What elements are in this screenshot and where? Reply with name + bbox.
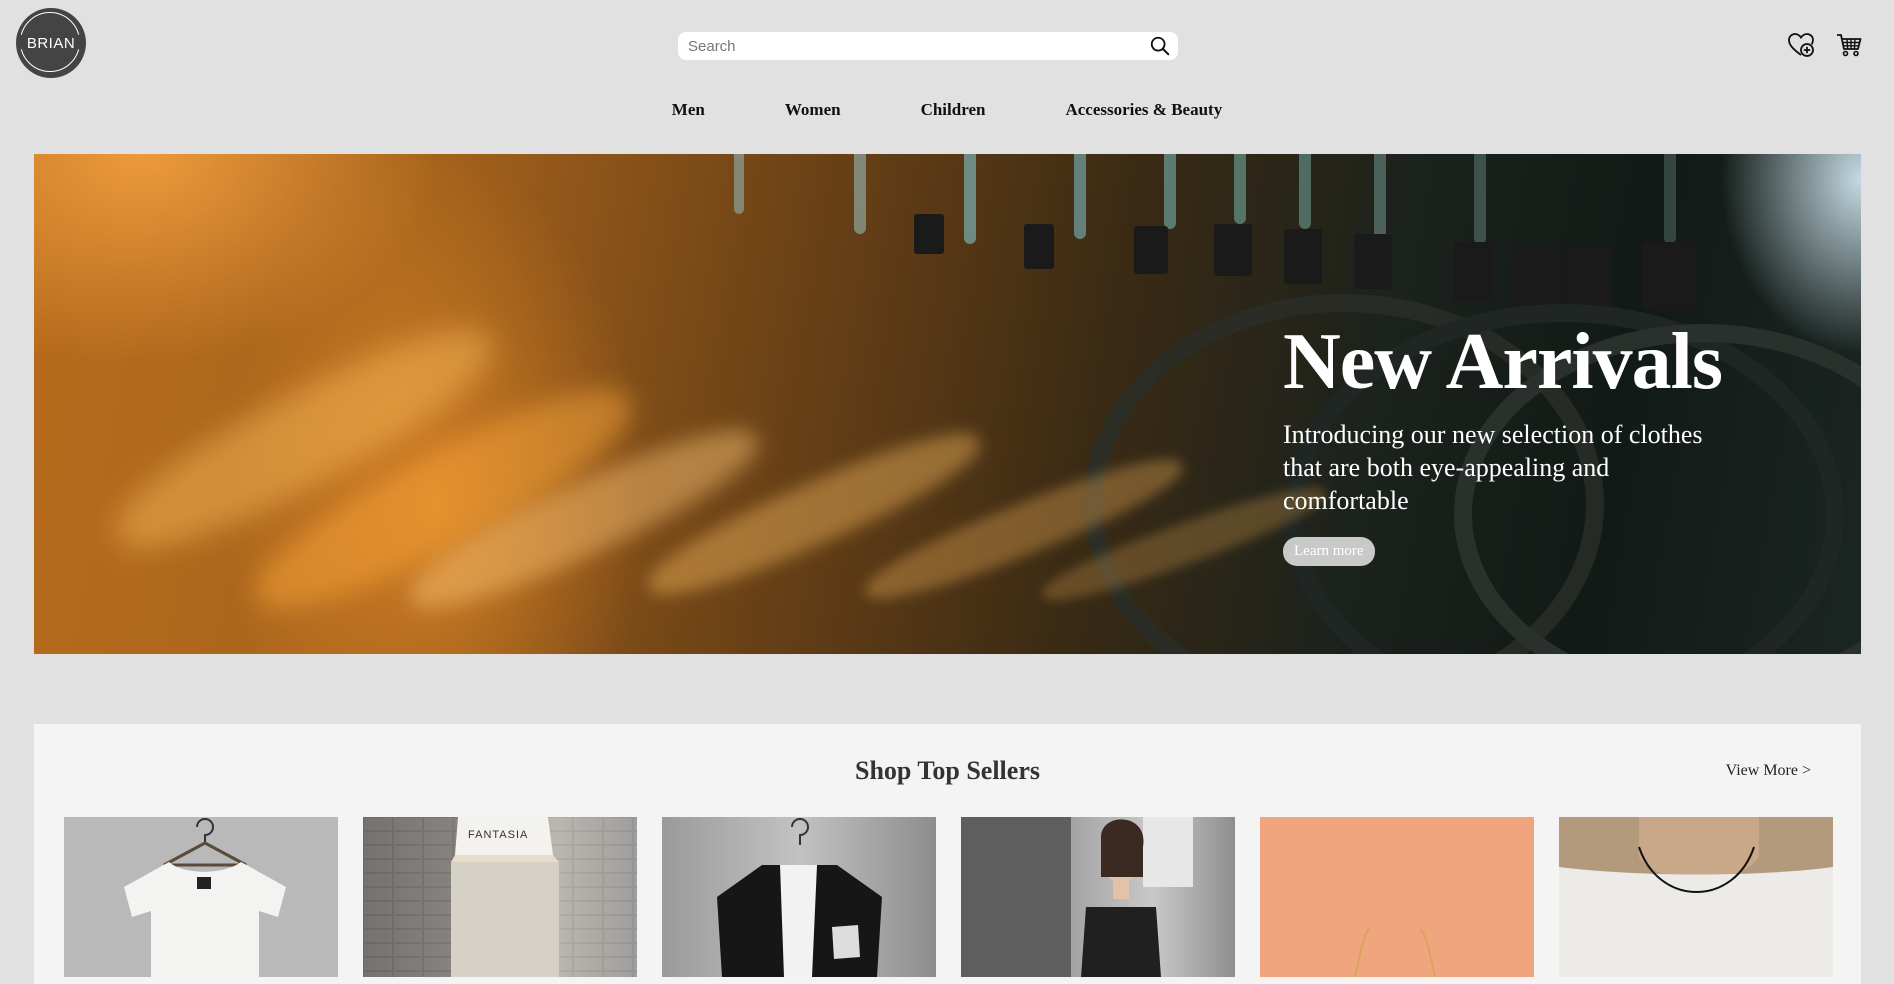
brand-logo[interactable]: BRIAN [16,8,86,78]
header-actions [1786,30,1864,60]
hero-content: New Arrivals Introducing our new selecti… [1283,322,1843,566]
crop-top-print: FANTASIA [468,829,529,841]
product-list: FANTASIA [64,817,1833,977]
search-input[interactable] [678,32,1146,60]
nav-women[interactable]: Women [785,100,841,120]
section-title: Shop Top Sellers [855,756,1040,785]
hero-banner: New Arrivals Introducing our new selecti… [34,154,1861,654]
nav-accessories-beauty[interactable]: Accessories & Beauty [1065,100,1222,120]
product-card-black-kimono[interactable] [662,817,936,977]
product-card-gold-necklace[interactable] [1260,817,1534,977]
product-card-slip-dress[interactable] [961,817,1235,977]
white-tshirt-image [124,818,286,977]
cart-icon[interactable] [1834,30,1864,60]
black-kimono-image [717,818,882,977]
top-sellers-section: Shop Top Sellers View More > FANTASIA [34,724,1861,984]
gold-necklace-image [1354,926,1436,977]
crop-top-image [363,817,637,977]
man-necklace-image [1559,817,1833,977]
view-more-link[interactable]: View More > [1726,762,1811,780]
product-card-white-tshirt[interactable] [64,817,338,977]
learn-more-button[interactable]: Learn more [1283,537,1375,566]
product-card-man-necklace[interactable] [1559,817,1833,977]
nav-children[interactable]: Children [921,100,986,120]
main-nav: Men Women Children Accessories & Beauty [0,100,1894,120]
search-icon[interactable] [1146,32,1174,60]
hero-subtitle: Introducing our new selection of clothes… [1283,420,1703,515]
search-bar [678,32,1178,60]
slip-dress-image [961,817,1193,977]
wishlist-heart-icon[interactable] [1786,30,1816,60]
nav-men[interactable]: Men [672,100,705,120]
logo-text: BRIAN [26,34,76,52]
product-card-crop-top[interactable]: FANTASIA [363,817,637,977]
hero-title: New Arrivals [1283,318,1723,406]
